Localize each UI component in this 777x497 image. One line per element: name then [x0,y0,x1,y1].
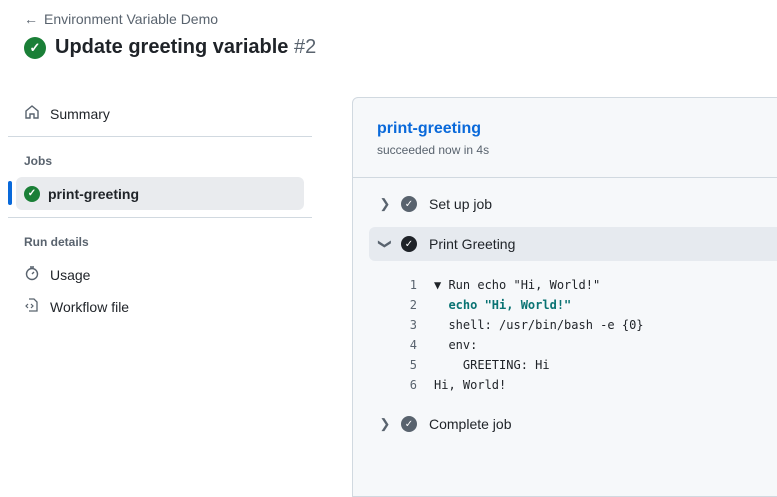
sidebar-item-workflow-file[interactable]: Workflow file [24,297,129,316]
chevron-right-icon: ❯ [379,196,391,211]
log-text: Hi, World! [434,378,507,392]
log-text: shell: /usr/bin/bash -e {0} [434,318,644,332]
step-check-icon: ✓ [401,196,417,212]
log-line: 3 shell: /usr/bin/bash -e {0} [393,315,644,335]
log-text: GREETING: Hi [434,358,550,372]
log-line: 6 Hi, World! [393,375,644,395]
line-number: 2 [409,298,417,312]
step-log: 1 ▼ Run echo "Hi, World!" 2 echo "Hi, Wor… [393,275,644,395]
sidebar-job-print-greeting[interactable]: ✓ print-greeting [16,177,304,210]
line-number: 3 [409,318,417,332]
step-label: Complete job [429,416,512,432]
step-label: Set up job [429,196,493,212]
selected-indicator [8,181,12,205]
log-line: 5 GREETING: Hi [393,355,644,375]
job-panel: print-greeting succeeded now in 4s ❯ ✓ S… [352,97,777,497]
log-text: env: [434,338,478,352]
success-check-icon: ✓ [24,185,40,202]
back-link[interactable]: ← Environment Variable Demo [24,11,218,27]
arrow-left-icon: ← [24,11,38,27]
file-code-icon [24,297,40,316]
divider [8,136,312,137]
sidebar-item-summary[interactable]: Summary [24,104,110,123]
usage-label: Usage [50,266,91,283]
home-icon [24,104,40,123]
success-check-icon: ✓ [24,36,46,59]
step-check-icon: ✓ [401,236,417,252]
workflow-file-label: Workflow file [50,298,130,315]
run-title: Update greeting variable [55,36,289,58]
sidebar-item-usage[interactable]: Usage [24,265,90,284]
step-complete-job[interactable]: ❯ ✓ Complete job [369,407,777,441]
job-name-link[interactable]: print-greeting [377,120,481,138]
divider [8,217,312,218]
run-number: #2 [293,36,317,58]
step-check-icon: ✓ [401,416,417,432]
page-title: ✓ Update greeting variable #2 [24,36,316,59]
workflow-name: Environment Variable Demo [44,11,219,27]
stopwatch-icon [24,265,40,284]
chevron-right-icon: ❯ [379,416,391,431]
line-number: 5 [409,358,417,372]
log-text: echo "Hi, World!" [434,298,572,312]
log-line: 1 ▼ Run echo "Hi, World!" [393,275,644,295]
job-label: print-greeting [48,185,139,202]
log-text[interactable]: ▼ Run echo "Hi, World!" [434,278,600,292]
log-line: 2 echo "Hi, World!" [393,295,644,315]
line-number: 4 [409,338,417,352]
step-print-greeting[interactable]: ❯ ✓ Print Greeting [369,227,777,261]
chevron-down-icon: ❯ [378,238,393,250]
step-set-up-job[interactable]: ❯ ✓ Set up job [369,187,777,221]
step-label: Print Greeting [429,236,516,252]
summary-label: Summary [50,105,110,122]
line-number: 1 [409,278,417,292]
job-status-text: succeeded now in 4s [377,143,490,157]
run-details-heading: Run details [24,235,89,249]
log-line: 4 env: [393,335,644,355]
line-number: 6 [409,378,417,392]
jobs-heading: Jobs [24,154,53,168]
job-header: print-greeting succeeded now in 4s [353,98,777,178]
